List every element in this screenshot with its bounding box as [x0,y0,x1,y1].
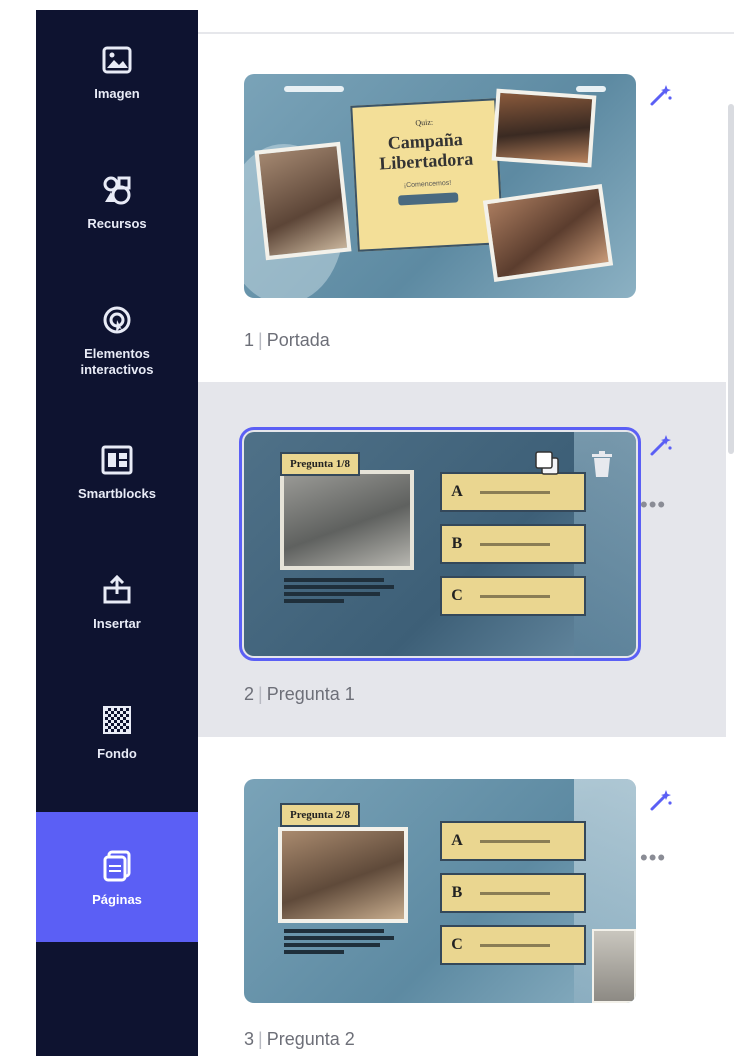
answer-letter: B [451,535,463,552]
slide-answer-c: C [440,925,586,965]
answer-text-line [480,490,550,494]
answer-letter: A [451,483,463,500]
slide-header-mark [576,86,606,92]
panel-header [198,0,734,34]
page-item-1[interactable]: Quiz: Campaña Libertadora ¡Comencemos! 1… [198,52,726,382]
answer-text-line [480,839,550,843]
caption-separator: | [258,684,263,704]
sidebar-item-smartblocks[interactable]: Smartblocks [36,440,198,550]
sidebar-item-label: Smartblocks [77,486,157,501]
page-caption: 3 | Pregunta 2 [244,1029,355,1050]
pages-panel: Quiz: Campaña Libertadora ¡Comencemos! 1… [198,0,734,1056]
answer-letter: A [451,832,463,849]
slide-title-card: Quiz: Campaña Libertadora ¡Comencemos! [350,98,504,252]
page-thumbnail[interactable]: Quiz: Campaña Libertadora ¡Comencemos! [244,74,636,298]
slide-answer-b: B [440,873,586,913]
slide-question-text [284,929,404,954]
page-item-2[interactable]: Pregunta 1/8 A B C ••• 2 | Pregunta 1 [198,382,726,737]
sidebar-item-label: Insertar [93,616,141,631]
page-number: 2 [244,684,255,704]
page-item-3[interactable]: Pregunta 2/8 A B C ••• 3 | Pregunta 2 [198,737,726,1056]
slide-question-tag: Pregunta 2/8 [280,803,360,827]
slide-photo [280,470,414,570]
slide-answer-a: A [440,821,586,861]
sidebar-item-insertar[interactable]: Insertar [36,570,198,680]
sidebar-item-imagen[interactable]: Imagen [36,40,198,150]
sidebar-item-label: Imagen [94,86,140,101]
answer-text-line [480,542,550,546]
slide-question-tag: Pregunta 1/8 [280,452,360,476]
slide-answer-c: C [440,576,586,616]
app-root: Imagen Recursos Elementos interactivos S… [0,0,734,1056]
slide-question-text [284,578,404,603]
more-options-icon[interactable]: ••• [640,492,666,518]
interactive-icon [97,300,137,340]
page-caption: 1 | Portada [244,330,330,351]
magic-wand-icon[interactable] [648,432,674,458]
sidebar-item-recursos[interactable]: Recursos [36,170,198,280]
page-name: Pregunta 1 [266,684,355,704]
slide-photo [278,827,408,923]
sidebar-item-elementos-interactivos[interactable]: Elementos interactivos [36,300,198,420]
magic-wand-icon[interactable] [648,82,674,108]
sidebar-item-label: Recursos [87,216,147,231]
sidebar: Imagen Recursos Elementos interactivos S… [36,10,198,1056]
page-name: Portada [266,330,330,350]
answer-letter: C [451,936,463,953]
pages-icon [97,846,137,886]
magic-wand-icon[interactable] [648,787,674,813]
duplicate-icon[interactable] [534,450,560,481]
answer-text-line [480,594,550,598]
caption-separator: | [258,330,263,350]
sidebar-item-paginas[interactable]: Páginas [36,812,198,942]
background-icon [97,700,137,740]
answer-letter: C [451,587,463,604]
smartblocks-icon [97,440,137,480]
page-number: 1 [244,330,255,350]
sidebar-item-label: Elementos interactivos [80,346,154,377]
scrollbar[interactable] [728,34,734,1056]
slide-start-button [398,192,459,206]
trash-icon[interactable] [590,450,614,483]
page-thumbnail[interactable]: Pregunta 1/8 A B C [239,427,641,661]
slide-logo [284,86,344,92]
left-margin [0,0,36,1056]
caption-separator: | [258,1029,263,1049]
page-caption: 2 | Pregunta 1 [244,684,355,705]
insert-icon [97,570,137,610]
slide-subtitle: ¡Comencemos! [403,179,452,190]
scrollbar-thumb[interactable] [728,104,734,454]
more-options-icon[interactable]: ••• [640,845,666,871]
shapes-icon [97,170,137,210]
slide-portrait [592,929,636,1003]
slide-photo [482,184,614,282]
answer-text-line [480,943,550,947]
page-thumbnail[interactable]: Pregunta 2/8 A B C [244,779,636,1003]
image-icon [97,40,137,80]
slide-photo [491,88,597,168]
page-number: 3 [244,1029,255,1049]
answer-letter: B [451,884,463,901]
sidebar-item-label: Fondo [97,746,137,761]
slide-answer-a: A [440,472,586,512]
slide-answer-b: B [440,524,586,564]
sidebar-item-fondo[interactable]: Fondo [36,700,198,810]
sidebar-item-label: Páginas [92,892,142,907]
answer-text-line [480,891,550,895]
slide-photo [254,141,352,261]
page-name: Pregunta 2 [266,1029,355,1049]
